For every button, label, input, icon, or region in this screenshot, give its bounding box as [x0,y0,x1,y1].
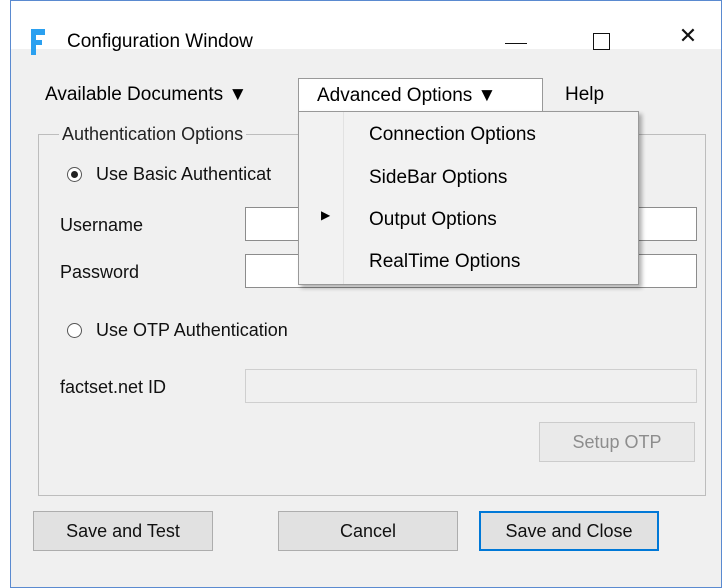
menu-item-connection-options[interactable]: Connection Options [369,122,536,148]
save-and-close-button[interactable]: Save and Close [479,511,659,551]
factset-id-label: factset.net ID [60,377,167,397]
factset-logo-icon [31,29,45,55]
basic-auth-radio[interactable] [67,167,82,182]
maximize-button[interactable] [579,16,625,56]
setup-otp-button[interactable]: Setup OTP [539,422,695,462]
submenu-arrow-icon: ▶ [321,208,331,222]
menu-advanced-options[interactable]: Advanced Options ▼ [298,78,543,112]
menu-available-documents[interactable]: Available Documents ▼ [37,78,255,112]
menu-item-sidebar-options[interactable]: SideBar Options [369,165,507,191]
maximize-icon [593,33,610,50]
close-icon: ✕ [678,23,698,48]
configuration-window: Configuration Window ✕ Available Documen… [10,0,722,588]
otp-auth-radio[interactable] [67,323,82,338]
menu-item-realtime-options[interactable]: RealTime Options [369,249,520,275]
menu-item-output-options[interactable]: Output Options [369,207,497,233]
username-label: Username [60,215,144,235]
menu-help[interactable]: Help [557,78,612,112]
title-bar[interactable]: Configuration Window ✕ [11,1,721,55]
save-and-test-button[interactable]: Save and Test [33,511,213,551]
minimize-button[interactable] [495,16,541,56]
dropdown-gutter [299,112,344,284]
advanced-options-dropdown: Connection Options SideBar Options Outpu… [298,111,639,285]
authentication-group-label: Authentication Options [59,122,247,146]
basic-auth-label: Use Basic Authenticat [96,164,272,184]
factset-id-field[interactable] [245,369,697,403]
cancel-button[interactable]: Cancel [278,511,458,551]
otp-auth-label: Use OTP Authentication [96,320,288,340]
close-button[interactable]: ✕ [665,16,711,56]
window-title: Configuration Window [67,31,253,52]
menu-bar: Available Documents ▼ Advanced Options ▼… [11,73,721,112]
password-label: Password [60,262,140,282]
minimize-icon [505,43,527,44]
